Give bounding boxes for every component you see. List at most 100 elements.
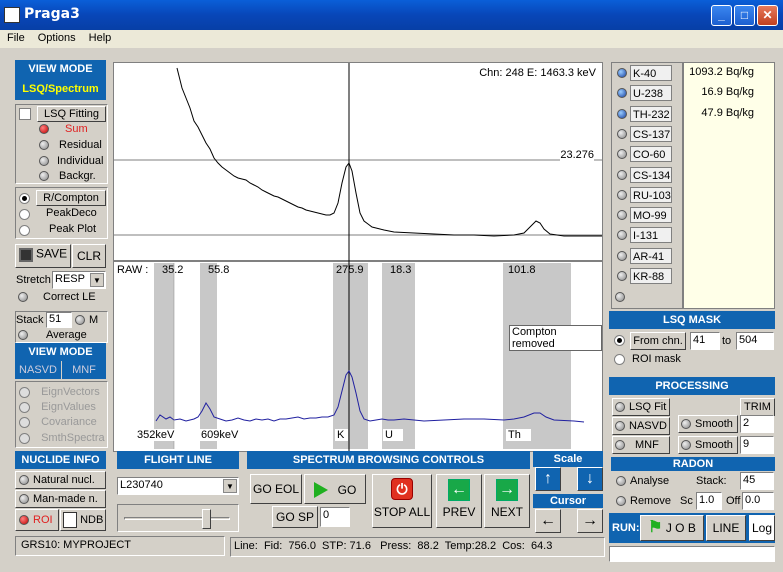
nuclide-item[interactable]: MO-99 xyxy=(617,207,679,225)
natural-nucl-button[interactable]: Natural nucl. xyxy=(15,471,106,489)
trim-button[interactable]: TRIM xyxy=(740,398,775,416)
menu-file[interactable]: File xyxy=(0,30,31,44)
go-button[interactable]: GO xyxy=(304,474,366,504)
arrow-down-icon: ↓ xyxy=(586,470,594,487)
from-chn-button[interactable]: From chn. xyxy=(630,332,686,350)
smooth1-button[interactable]: Smooth xyxy=(678,415,738,433)
roi-led-icon xyxy=(19,515,29,526)
radon-stack-input[interactable]: 45 xyxy=(740,472,774,490)
correct-le-option[interactable]: Correct LE xyxy=(18,290,96,306)
roi-value: 35.2 xyxy=(162,264,184,276)
ndb-button[interactable]: NDB xyxy=(60,509,106,531)
cursor-left-button[interactable]: ← xyxy=(535,509,561,533)
go-eol-button[interactable]: GO EOL xyxy=(250,474,302,504)
average-option[interactable]: Average xyxy=(18,328,87,344)
nuclide-extra-led[interactable] xyxy=(615,291,629,303)
spectrum-chart[interactable] xyxy=(114,63,602,451)
m-option[interactable]: M xyxy=(75,313,98,329)
peak-plot-radio[interactable] xyxy=(19,225,30,236)
nasvd-button[interactable]: NASVD xyxy=(612,417,670,435)
slider-thumb[interactable] xyxy=(202,509,211,529)
nuclide-item[interactable]: I-131 xyxy=(617,227,679,245)
log-button[interactable]: Log xyxy=(749,515,775,541)
smthspectra-option[interactable]: SmthSpectra xyxy=(19,431,105,447)
eignvectors-option[interactable]: EignVectors xyxy=(19,385,100,401)
peakdeco-radio[interactable] xyxy=(19,209,30,220)
mnf-tab[interactable]: MNF xyxy=(62,361,106,379)
close-button[interactable]: ✕ xyxy=(757,5,778,26)
prev-button[interactable]: ← PREV xyxy=(436,474,482,528)
nuclide-item[interactable]: TH-232 xyxy=(617,105,679,124)
cursor-right-button[interactable]: → xyxy=(577,509,603,533)
lsq-fitting-button[interactable]: LSQ Fitting xyxy=(37,106,106,122)
nuclide-item[interactable]: K-40 xyxy=(617,65,679,83)
menu-options[interactable]: Options xyxy=(31,30,82,44)
minimize-button[interactable]: _ xyxy=(711,5,732,26)
covariance-option[interactable]: Covariance xyxy=(19,415,97,431)
stretch-select[interactable]: RESP ▼ xyxy=(52,271,106,289)
nuclide-inactive-icon xyxy=(617,250,627,261)
nuclide-item[interactable]: CS-137 xyxy=(617,125,679,144)
smooth2-input[interactable]: 9 xyxy=(740,436,774,454)
analyse-option[interactable]: Analyse xyxy=(616,474,669,490)
analyse-led-icon xyxy=(616,476,626,487)
scale-up-button[interactable]: ↑ xyxy=(535,467,561,491)
scale-down-button[interactable]: ↓ xyxy=(577,467,603,491)
line-button[interactable]: LINE xyxy=(706,515,746,541)
arrow-up-icon: ↑ xyxy=(544,470,552,487)
nuclide-item[interactable]: KR-88 xyxy=(617,268,679,286)
lsq-fit-button[interactable]: LSQ Fit xyxy=(612,398,670,416)
save-button[interactable]: SAVE xyxy=(15,244,71,268)
stop-all-button[interactable]: ⏻ STOP ALL xyxy=(372,474,432,528)
go-sp-input[interactable]: 0 xyxy=(320,507,350,527)
nuclide-name: KR-88 xyxy=(630,268,672,285)
database-icon xyxy=(63,512,77,529)
peakdeco-label[interactable]: PeakDeco xyxy=(46,206,97,222)
sc-input[interactable]: 1.0 xyxy=(696,492,722,510)
nuclide-item[interactable]: CO-60 xyxy=(617,146,679,164)
off-input[interactable]: 0.0 xyxy=(742,492,774,510)
eignvalues-option[interactable]: EignValues xyxy=(19,400,96,416)
arrow-left-icon: ← xyxy=(448,479,470,501)
menu-help[interactable]: Help xyxy=(82,30,118,44)
nasvd-tab[interactable]: NASVD xyxy=(15,361,61,379)
stack-input[interactable]: 51 xyxy=(46,312,72,328)
sum-option[interactable]: Sum xyxy=(39,122,106,138)
backgr-option[interactable]: Backgr. xyxy=(39,169,96,185)
flight-line-select[interactable]: L230740 ▼ xyxy=(117,477,239,495)
roi-button[interactable]: ROI xyxy=(15,509,59,531)
individual-option[interactable]: Individual xyxy=(39,154,103,170)
title-bar: Praga3 _ □ ✕ xyxy=(0,0,783,30)
smooth2-button[interactable]: Smooth xyxy=(678,436,738,454)
residual-option[interactable]: Residual xyxy=(39,138,102,154)
from-chn-radio[interactable] xyxy=(614,335,625,346)
radon-stack-label: Stack: xyxy=(696,475,727,487)
nuclide-name: K-40 xyxy=(630,65,672,82)
job-button[interactable]: ⚑ J O B xyxy=(640,515,704,541)
remove-option[interactable]: Remove xyxy=(616,494,671,510)
flight-line-slider[interactable] xyxy=(117,504,239,532)
manmade-button[interactable]: Man-made n. xyxy=(15,490,106,508)
lsq-mask-header: LSQ MASK xyxy=(609,311,775,329)
r-compton-radio[interactable] xyxy=(19,193,30,204)
r-compton-button[interactable]: R/Compton xyxy=(36,190,106,206)
from-chn-input[interactable]: 41 xyxy=(690,332,720,350)
nuclide-item[interactable]: AR-41 xyxy=(617,247,679,266)
smooth1-input[interactable]: 2 xyxy=(740,415,774,433)
lsq-fitting-checkbox[interactable] xyxy=(19,108,31,120)
to-chn-input[interactable]: 504 xyxy=(736,332,774,350)
nuclide-item[interactable]: CS-134 xyxy=(617,166,679,185)
peak-plot-label[interactable]: Peak Plot xyxy=(49,222,96,238)
mnf-button[interactable]: MNF xyxy=(612,436,670,454)
spectrum-panel[interactable]: Chn: 248 E: 1463.3 keV 23.276 RAW : 35.2… xyxy=(113,62,603,452)
marker-label: 609keV xyxy=(200,429,240,441)
clr-button[interactable]: CLR xyxy=(72,244,106,268)
next-button[interactable]: → NEXT xyxy=(484,474,530,528)
go-sp-button[interactable]: GO SP xyxy=(272,506,318,528)
roi-mask-label[interactable]: ROI mask xyxy=(632,352,681,368)
scale-header: Scale xyxy=(533,451,603,467)
maximize-button[interactable]: □ xyxy=(734,5,755,26)
nuclide-item[interactable]: RU-103 xyxy=(617,186,679,205)
nuclide-item[interactable]: U-238 xyxy=(617,85,679,103)
roi-mask-radio[interactable] xyxy=(614,354,625,365)
